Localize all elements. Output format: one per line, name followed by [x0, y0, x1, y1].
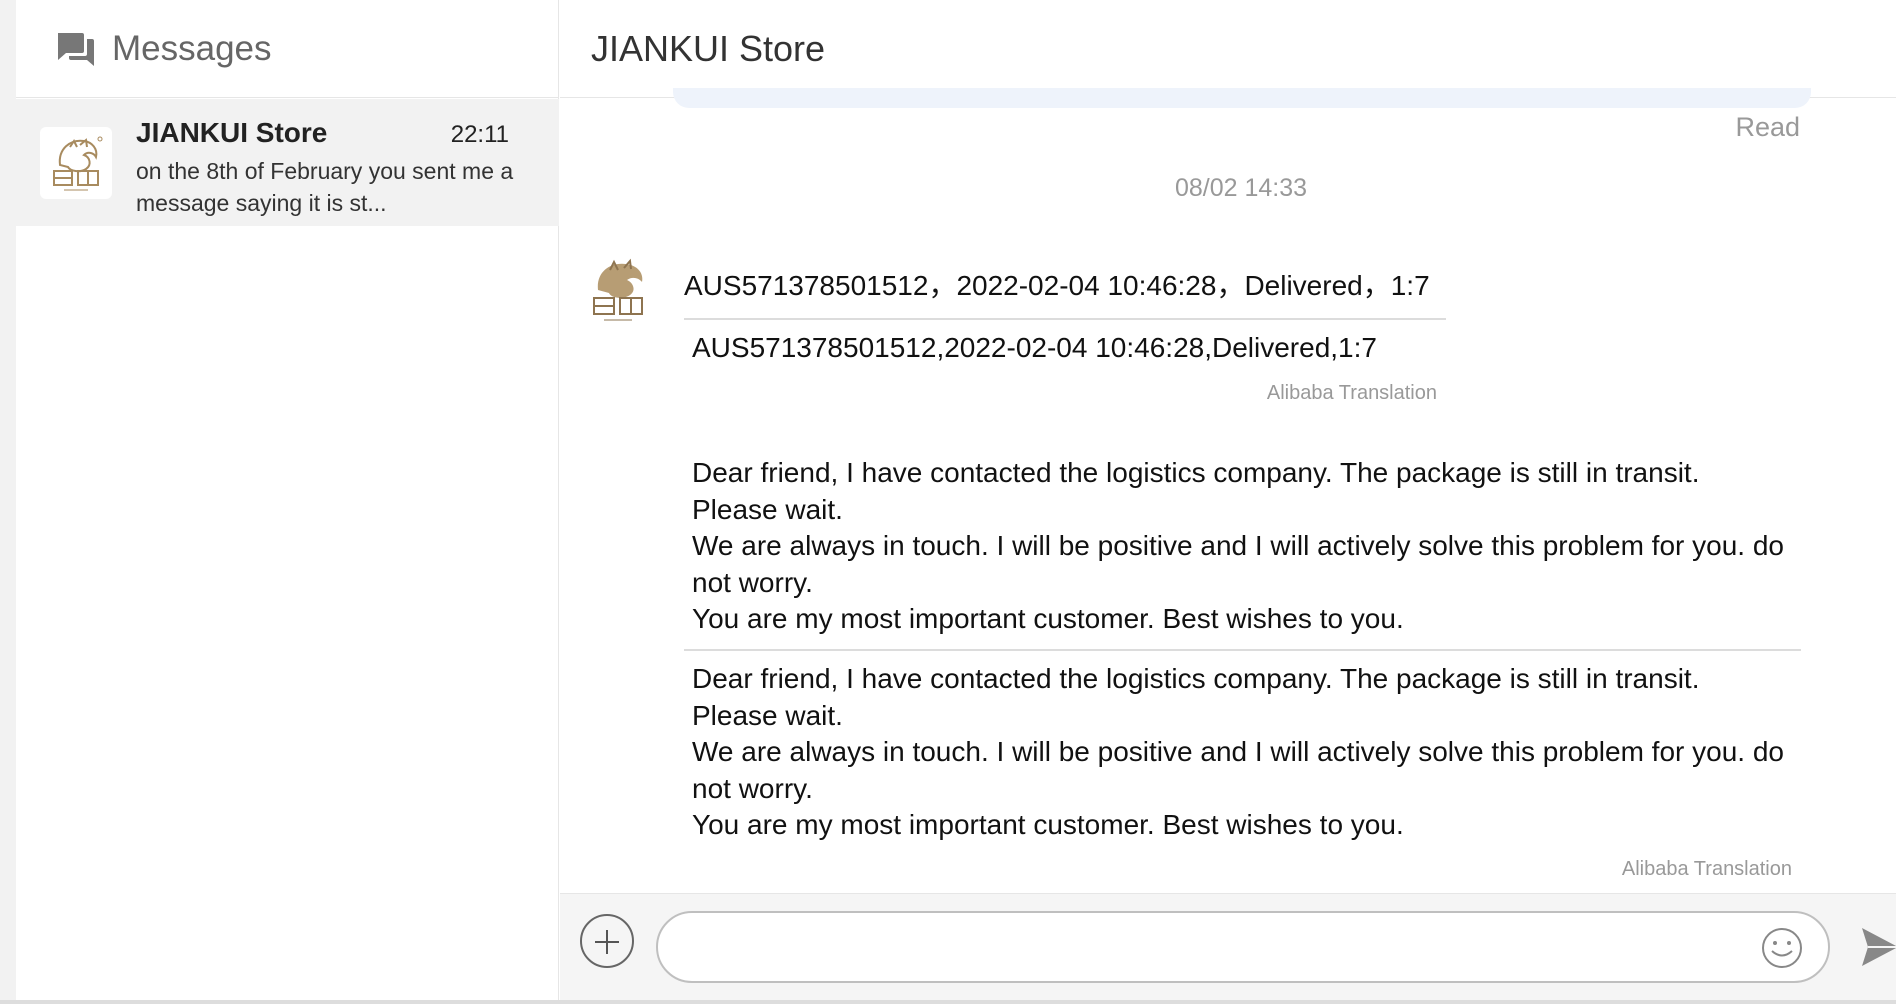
read-status: Read	[1735, 112, 1800, 142]
translation-divider	[684, 318, 1446, 320]
message-input[interactable]	[656, 911, 1830, 983]
send-icon[interactable]	[1860, 924, 1896, 970]
sender-avatar	[584, 254, 652, 326]
window-bottom-edge	[0, 1000, 1896, 1004]
chat-title: JIANKUI Store	[591, 28, 826, 69]
translation-label: Alibaba Translation	[1621, 858, 1792, 880]
conversation-name: JIANKUI Store	[136, 117, 328, 148]
conversation-item[interactable]: JIANKUI Store 22:11 on the 8th of Februa…	[16, 99, 559, 226]
emoji-icon[interactable]	[1760, 926, 1804, 970]
message-translation: Dear friend, I have contacted the logist…	[692, 663, 1784, 840]
messaging-app: Messages JIANKUI Store 22:11 on the 8th …	[0, 0, 1896, 1004]
message-composer	[560, 893, 1896, 1000]
sidebar-title: Messages	[112, 28, 272, 68]
message-timestamp: 08/02 14:33	[1174, 174, 1308, 202]
conversation-sidebar: Messages JIANKUI Store 22:11 on the 8th …	[16, 0, 559, 1000]
conversation-time: 22:11	[450, 121, 509, 148]
translation-label: Alibaba Translation	[1266, 382, 1437, 404]
plus-icon[interactable]	[580, 914, 634, 968]
message-original: Dear friend, I have contacted the logist…	[692, 457, 1784, 634]
chat-bubbles-icon	[56, 29, 96, 69]
message-translation: AUS571378501512,2022-02-04 10:46:28,Deli…	[692, 332, 1377, 363]
message-original: AUS571378501512，2022-02-04 10:46:28，Deli…	[684, 270, 1430, 301]
chat-header: JIANKUI Store	[560, 0, 1896, 98]
sidebar-header: Messages	[16, 0, 558, 98]
conversation-preview: on the 8th of February you sent me a mes…	[136, 158, 514, 216]
left-edge	[0, 0, 16, 1004]
translation-divider	[684, 649, 1801, 651]
chat-panel: JIANKUI Store Read 08/02 14:33 AUS571378…	[560, 0, 1896, 1000]
store-avatar	[40, 127, 112, 199]
previous-message-bubble	[673, 88, 1811, 108]
